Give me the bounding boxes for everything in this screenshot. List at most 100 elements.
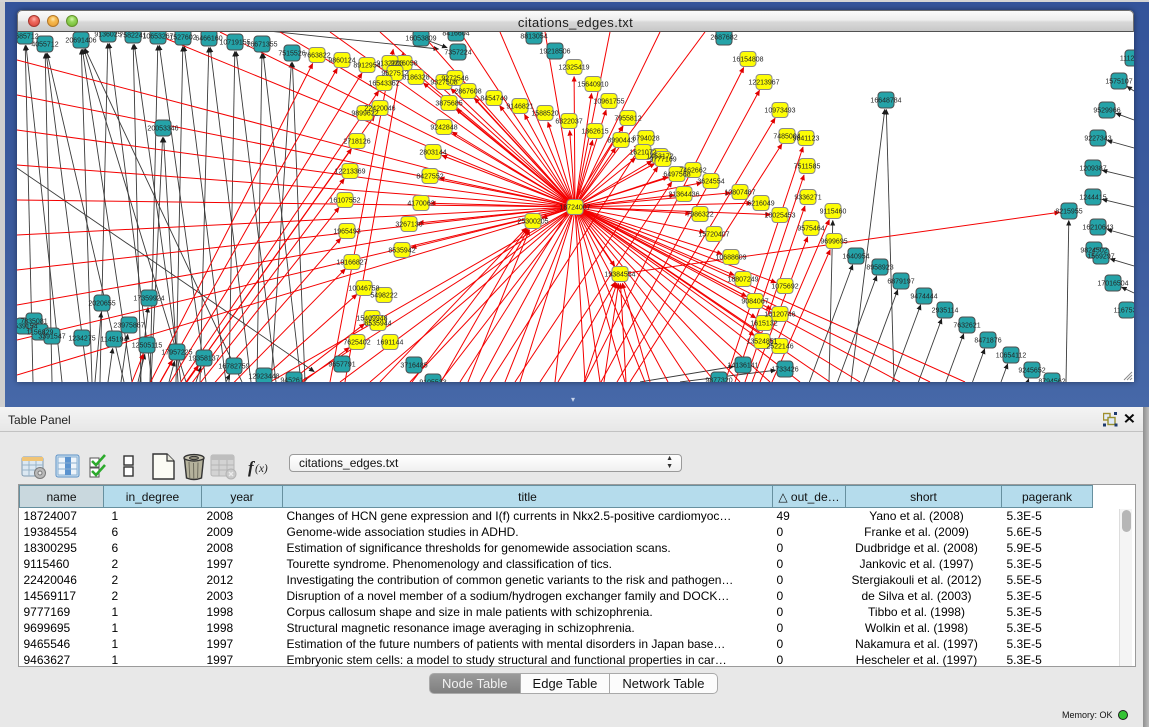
- svg-text:3267130: 3267130: [395, 222, 422, 229]
- svg-text:9657791: 9657791: [328, 362, 355, 369]
- svg-text:7986322: 7986322: [686, 212, 713, 219]
- svg-text:9336271: 9336271: [794, 195, 821, 202]
- svg-text:2718126: 2718126: [343, 139, 370, 146]
- svg-text:2522146: 2522146: [766, 344, 793, 351]
- svg-text:16543362: 16543362: [368, 81, 399, 88]
- svg-text:21364436: 21364436: [668, 192, 699, 199]
- svg-text:8813054: 8813054: [520, 34, 547, 41]
- svg-text:7835081: 7835081: [20, 319, 47, 326]
- svg-text:1575107: 1575107: [1105, 79, 1132, 86]
- svg-text:15720407: 15720407: [698, 232, 729, 239]
- svg-text:9272546: 9272546: [441, 76, 468, 83]
- svg-text:8958923: 8958923: [866, 265, 893, 272]
- svg-text:19166827: 19166827: [336, 260, 367, 267]
- svg-text:9245652: 9245652: [1018, 368, 1045, 375]
- svg-text:8215955: 8215955: [1055, 209, 1082, 216]
- svg-text:9474444: 9474444: [910, 294, 937, 301]
- svg-text:7955812: 7955812: [614, 116, 641, 123]
- svg-text:7515526: 7515526: [278, 51, 305, 58]
- svg-text:7632621: 7632621: [953, 323, 980, 330]
- svg-text:1588520: 1588520: [531, 111, 558, 118]
- svg-text:16053809: 16053809: [405, 36, 436, 43]
- svg-text:6216049: 6216049: [747, 201, 774, 208]
- svg-text:18724007: 18724007: [559, 205, 590, 212]
- svg-text:16120746: 16120746: [764, 312, 795, 319]
- svg-text:19384554: 19384554: [604, 272, 635, 279]
- svg-text:9115460: 9115460: [820, 209, 847, 216]
- svg-text:10688609: 10688609: [715, 255, 746, 262]
- svg-text:9242848: 9242848: [430, 125, 457, 132]
- svg-text:6794028: 6794028: [632, 136, 659, 143]
- svg-text:25300205: 25300205: [517, 219, 548, 226]
- svg-text:(x): (x): [255, 463, 268, 475]
- svg-text:12213369: 12213369: [334, 169, 365, 176]
- svg-text:12325419: 12325419: [558, 65, 589, 72]
- svg-text:20053346: 20053346: [147, 126, 178, 133]
- svg-text:1209387: 1209387: [1079, 166, 1106, 173]
- svg-text:1234275: 1234275: [68, 336, 95, 343]
- svg-text:17016504: 17016504: [1097, 281, 1128, 288]
- svg-text:8427552: 8427552: [416, 174, 443, 181]
- svg-text:9899622: 9899622: [351, 111, 378, 118]
- svg-text:2803144: 2803144: [419, 150, 446, 157]
- svg-text:16210643: 16210643: [1082, 225, 1113, 232]
- svg-text:1965493: 1965493: [333, 229, 360, 236]
- svg-text:3391547: 3391547: [38, 334, 65, 341]
- svg-text:2935114: 2935114: [932, 308, 959, 315]
- svg-text:19358137: 19358137: [188, 356, 219, 363]
- svg-text:9452612: 9452612: [280, 378, 307, 383]
- svg-text:8990443: 8990443: [607, 138, 634, 145]
- svg-text:4170062: 4170062: [407, 201, 434, 208]
- svg-text:8471876: 8471876: [974, 338, 1001, 345]
- svg-text:16154808: 16154808: [732, 57, 763, 64]
- svg-text:4685712: 4685712: [17, 34, 39, 41]
- svg-text:1145194: 1145194: [101, 337, 128, 344]
- svg-text:3716485: 3716485: [400, 363, 427, 370]
- svg-text:4055712: 4055712: [31, 42, 58, 49]
- svg-text:9777169: 9777169: [649, 157, 676, 164]
- svg-text:23975867: 23975867: [113, 323, 144, 330]
- svg-text:14136141: 14136141: [727, 363, 758, 370]
- svg-text:1075692: 1075692: [771, 284, 798, 291]
- svg-text:3624554: 3624554: [697, 179, 724, 186]
- svg-text:1112084: 1112084: [1120, 56, 1134, 63]
- svg-text:12923448: 12923448: [248, 374, 279, 381]
- svg-text:7357224: 7357224: [444, 50, 471, 57]
- svg-text:9146821: 9146821: [506, 104, 533, 111]
- svg-text:10025453: 10025453: [764, 213, 795, 220]
- svg-text:6322037: 6322037: [555, 119, 582, 126]
- svg-text:7462662: 7462662: [679, 168, 706, 175]
- svg-text:1527602: 1527602: [169, 35, 196, 42]
- svg-text:1362615: 1362615: [581, 129, 608, 136]
- svg-text:9084067: 9084067: [741, 299, 768, 306]
- svg-text:9132203: 9132203: [376, 61, 403, 68]
- svg-text:8416604: 8416604: [442, 32, 469, 38]
- svg-text:1691144: 1691144: [377, 340, 404, 347]
- svg-text:1244415: 1244415: [1079, 195, 1106, 202]
- svg-text:9227343: 9227343: [1084, 136, 1111, 143]
- svg-text:9575464: 9575464: [797, 226, 824, 233]
- svg-text:9699695: 9699695: [820, 239, 847, 246]
- svg-text:10046758: 10046758: [348, 286, 379, 293]
- svg-text:2867608: 2867608: [454, 89, 481, 96]
- svg-text:9529966: 9529966: [1093, 108, 1120, 115]
- svg-text:16782759: 16782759: [218, 364, 249, 371]
- svg-text:18807249: 18807249: [727, 277, 758, 284]
- svg-text:2687682: 2687682: [710, 35, 737, 42]
- svg-text:12213967: 12213967: [748, 80, 779, 87]
- svg-text:9627512: 9627512: [381, 71, 408, 78]
- svg-text:9860124: 9860124: [328, 58, 355, 65]
- svg-text:1733426: 1733426: [771, 367, 798, 374]
- svg-text:19218506: 19218506: [539, 49, 570, 56]
- svg-text:8535942: 8535942: [388, 248, 415, 255]
- svg-text:7625402: 7625402: [343, 340, 370, 347]
- svg-text:1569297: 1569297: [1087, 254, 1114, 261]
- svg-text:10807487: 10807487: [724, 190, 755, 197]
- svg-text:10654112: 10654112: [996, 353, 1027, 360]
- svg-text:5498222: 5498222: [370, 293, 397, 300]
- svg-text:16648784: 16648784: [870, 98, 901, 105]
- svg-text:9105533: 9105533: [419, 380, 446, 383]
- svg-text:3875685: 3875685: [435, 101, 462, 108]
- svg-text:9841123: 9841123: [793, 136, 820, 143]
- svg-text:2020655: 2020655: [88, 301, 115, 308]
